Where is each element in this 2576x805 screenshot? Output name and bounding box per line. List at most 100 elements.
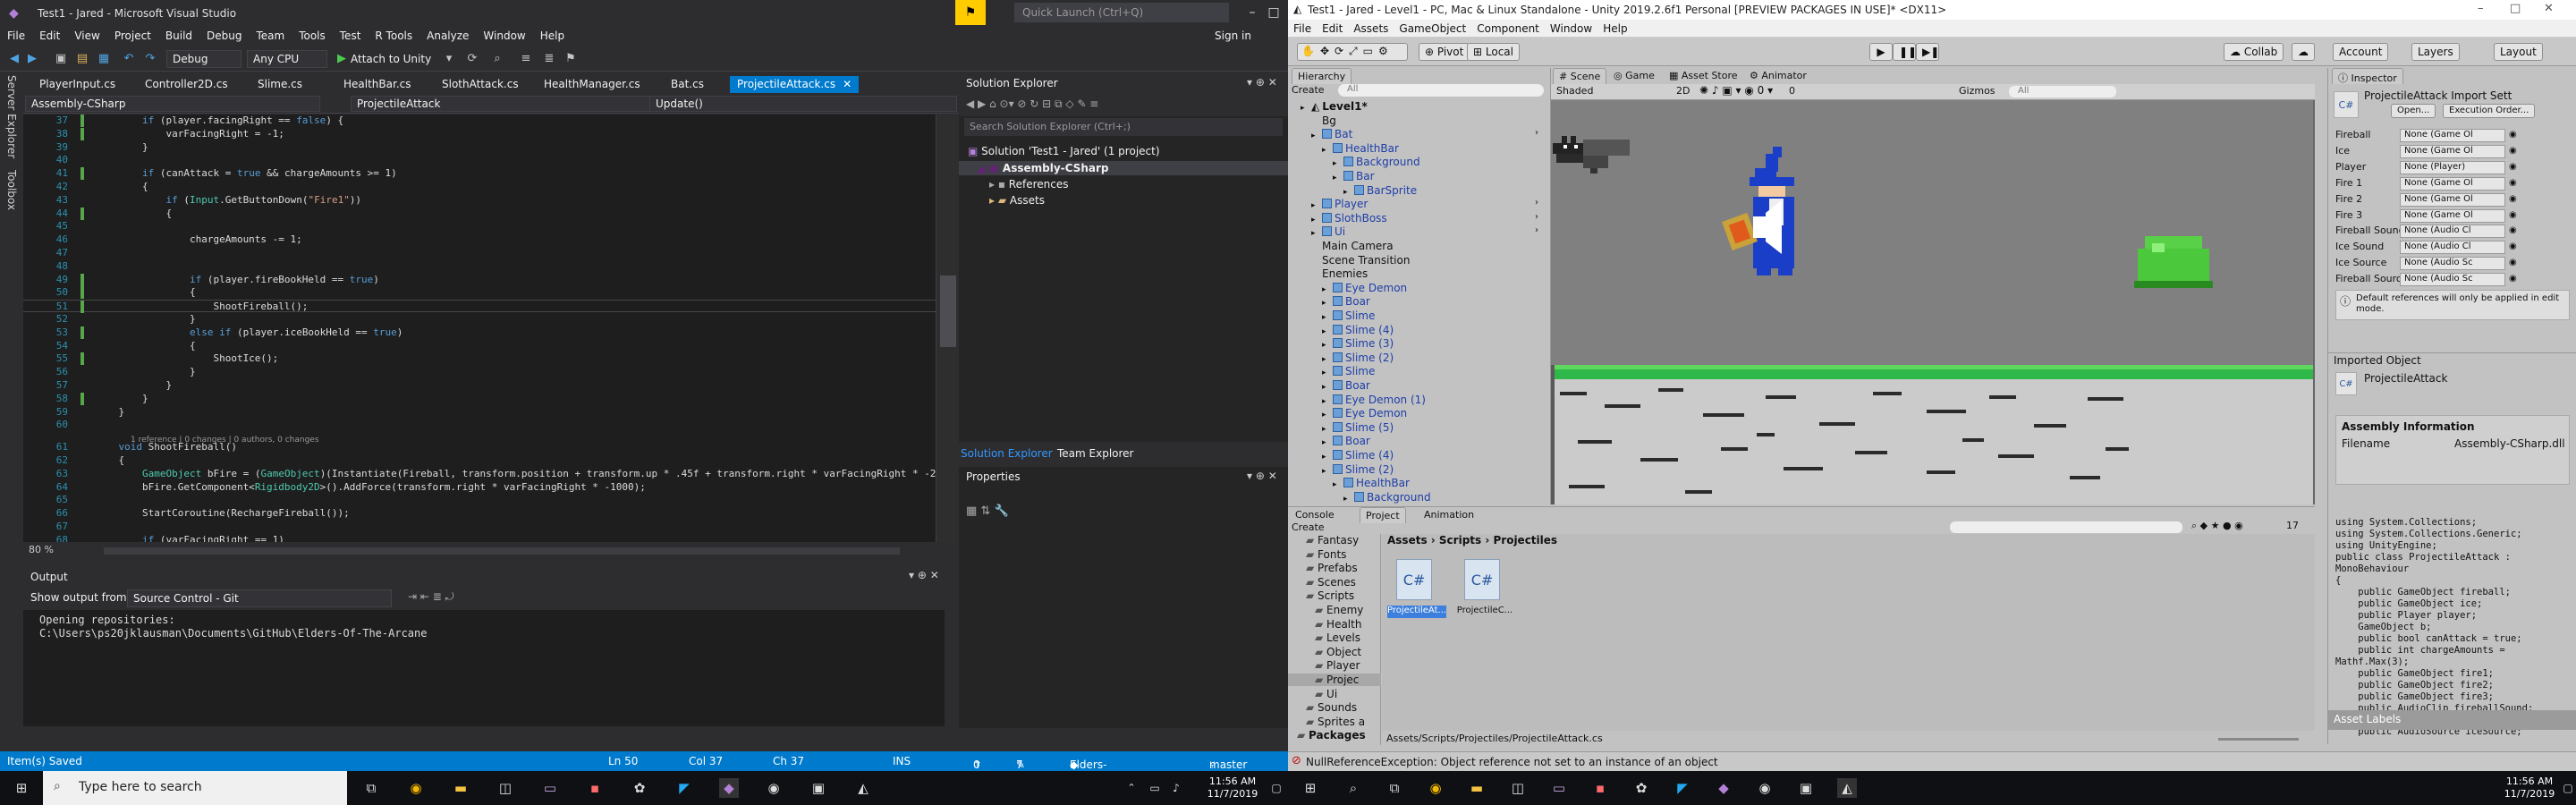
file-explorer-icon[interactable]: ▬: [451, 778, 470, 798]
unity-hub-icon[interactable]: ✿: [1631, 778, 1651, 798]
terminal-icon[interactable]: ▣: [1796, 778, 1816, 798]
transform-tools[interactable]: ✋✥⟳⤢▭⚙: [1297, 43, 1408, 61]
reference-field-value[interactable]: None (Audio Sc: [2400, 273, 2505, 287]
hierarchy-create-dropdown[interactable]: Create: [1292, 84, 1325, 96]
2d-toggle[interactable]: 2D: [1676, 85, 1690, 97]
minimize-icon[interactable]: –: [2478, 2, 2484, 15]
unity-icon[interactable]: ◭: [1837, 778, 1857, 798]
object-picker-icon[interactable]: ◉: [2509, 194, 2517, 204]
hierarchy-item[interactable]: ▸ Ui ›: [1288, 225, 1551, 240]
expand-arrow-icon[interactable]: ▸: [1322, 299, 1333, 308]
toolbox-tab[interactable]: Toolbox: [5, 170, 18, 210]
reference-field-value[interactable]: None (Game Ol: [2400, 208, 2505, 223]
hierarchy-item[interactable]: ▸ Slime: [1288, 309, 1551, 324]
configuration-dropdown[interactable]: Debug: [166, 50, 242, 68]
menu-item-tools[interactable]: Tools: [292, 27, 333, 45]
hierarchy-item[interactable]: ▸ Slime (2): [1288, 352, 1551, 366]
solution-search-input[interactable]: Search Solution Explorer (Ctrl+;): [964, 118, 1283, 136]
notification-icon[interactable]: ▢: [2558, 778, 2576, 798]
menu-item-edit[interactable]: Edit: [32, 27, 67, 45]
reference-field-value[interactable]: None (Audio Cl: [2400, 241, 2505, 255]
server-explorer-tab[interactable]: Server Explorer: [5, 75, 18, 158]
menu-item-project[interactable]: Project: [107, 27, 158, 45]
execution-order-button[interactable]: Execution Order...: [2443, 104, 2536, 118]
row-chevron-icon[interactable]: ›: [1535, 198, 1538, 208]
folder-item[interactable]: ▰ Scenes: [1288, 576, 1381, 589]
breadcrumb-assets[interactable]: Assets: [1387, 534, 1428, 547]
forward-icon[interactable]: ▶: [25, 52, 39, 66]
notification-icon[interactable]: ▢: [1267, 778, 1286, 798]
expand-arrow-icon[interactable]: ▸: [1322, 313, 1333, 322]
terminal-icon[interactable]: ▣: [809, 778, 828, 798]
visual-studio-icon[interactable]: ◆: [719, 778, 739, 798]
assets-node[interactable]: ▸ ▰ Assets: [989, 194, 1045, 207]
file-explorer-icon[interactable]: ▬: [1467, 778, 1487, 798]
attach-to-unity-button[interactable]: Attach to Unity: [351, 53, 431, 65]
maximize-icon[interactable]: □: [2510, 2, 2521, 15]
editor-tab[interactable]: Slime.cs: [250, 76, 309, 93]
folder-item[interactable]: ▰ Levels: [1288, 631, 1381, 644]
hierarchy-item[interactable]: ▸ Slime (2): [1288, 463, 1551, 478]
object-picker-icon[interactable]: ◉: [2509, 225, 2517, 235]
project-create-dropdown[interactable]: Create: [1292, 521, 1325, 533]
toolbar-uncomment-icon[interactable]: ≣: [542, 52, 556, 66]
hierarchy-item[interactable]: ▸ HealthBar: [1288, 142, 1551, 157]
chrome-icon[interactable]: ◉: [1426, 778, 1445, 798]
menu-item-window[interactable]: Window: [1545, 20, 1597, 38]
folder-item[interactable]: ▰ Projec: [1288, 674, 1381, 686]
folder-item[interactable]: ▰ Health: [1288, 618, 1381, 631]
open-file-icon[interactable]: ▤: [75, 52, 89, 66]
feedback-flag-icon[interactable]: ⚑: [955, 0, 986, 25]
vscode-icon[interactable]: ◤: [674, 778, 694, 798]
console-error-message[interactable]: NullReferenceException: Object reference…: [1306, 756, 1718, 768]
vscode-icon[interactable]: ◤: [1673, 778, 1692, 798]
hierarchy-item[interactable]: Bg: [1288, 114, 1551, 129]
hierarchy-item[interactable]: ▸ SlothBoss ›: [1288, 212, 1551, 226]
editor-vertical-scrollbar[interactable]: [936, 114, 959, 542]
quick-launch-input[interactable]: Quick Launch (Ctrl+Q): [1014, 3, 1229, 22]
expand-arrow-icon[interactable]: ▸: [1322, 397, 1333, 406]
start-debug-icon[interactable]: ▶: [335, 52, 349, 66]
object-picker-icon[interactable]: ◉: [2509, 162, 2517, 172]
tab-animator[interactable]: ⚙ Animator: [1744, 68, 1812, 84]
tool-icon[interactable]: ▪: [1590, 778, 1610, 798]
back-icon[interactable]: ◀: [7, 52, 21, 66]
properties-toolbar-icon[interactable]: ▦ ⇅ 🔧: [966, 504, 1009, 518]
output-toolbar-icon[interactable]: ⇥ ⇤ ≣ ⤾: [408, 590, 454, 604]
redo-icon[interactable]: ↷: [143, 52, 157, 66]
menu-item-analyze[interactable]: Analyze: [419, 27, 476, 45]
shading-mode-dropdown[interactable]: Shaded: [1556, 85, 1593, 97]
unity-hub-icon[interactable]: ✿: [630, 778, 649, 798]
hierarchy-item[interactable]: ▸ Slime: [1288, 365, 1551, 379]
tab-inspector[interactable]: ⓘ Inspector: [2332, 68, 2403, 84]
hierarchy-item[interactable]: ▸ ◭ Level1*: [1288, 100, 1551, 114]
expand-arrow-icon[interactable]: ▸: [1322, 467, 1333, 476]
network-icon[interactable]: ▭: [1145, 778, 1165, 798]
file-item[interactable]: C# ProjectileC...: [1455, 559, 1514, 622]
reference-field-value[interactable]: None (Game Ol: [2400, 129, 2505, 142]
hierarchy-item[interactable]: ▸ Eye Demon (1): [1288, 394, 1551, 408]
menu-item-debug[interactable]: Debug: [199, 27, 249, 45]
folder-item[interactable]: ▰ Packages: [1288, 729, 1381, 741]
scroll-thumb[interactable]: [940, 275, 956, 347]
menu-item-assets[interactable]: Assets: [1348, 20, 1394, 38]
hierarchy-item[interactable]: ▸ Bat ›: [1288, 128, 1551, 142]
editor-tab[interactable]: ProjectileAttack.cs ✕: [730, 76, 860, 93]
object-picker-icon[interactable]: ◉: [2509, 178, 2517, 188]
hierarchy-search-input[interactable]: All: [1338, 84, 1544, 97]
expand-arrow-icon[interactable]: ▸: [1301, 104, 1311, 113]
media-icon[interactable]: ◉: [764, 778, 784, 798]
editor-tab[interactable]: HealthBar.cs: [336, 76, 419, 93]
expand-arrow-icon[interactable]: ▸: [1322, 425, 1333, 434]
windows-start-icon[interactable]: ⊞: [12, 778, 31, 798]
expand-arrow-icon[interactable]: ▸: [1322, 383, 1333, 392]
object-picker-icon[interactable]: ◉: [2509, 242, 2517, 251]
toolbar-extra-icon[interactable]: ▾: [442, 52, 456, 66]
step-button[interactable]: ▶❚: [1916, 43, 1939, 61]
scene-toggle-icons-icon[interactable]: ✺ ♪ ▣ ▾ ◉ 0 ▾: [1699, 84, 1773, 97]
project-search-input[interactable]: [1950, 521, 2182, 533]
menu-item-edit[interactable]: Edit: [1317, 20, 1348, 38]
toolbar-refresh-icon[interactable]: ⟳: [465, 52, 479, 66]
expand-arrow-icon[interactable]: ▸: [1322, 146, 1333, 155]
expand-arrow-icon[interactable]: ▸: [1311, 216, 1322, 225]
